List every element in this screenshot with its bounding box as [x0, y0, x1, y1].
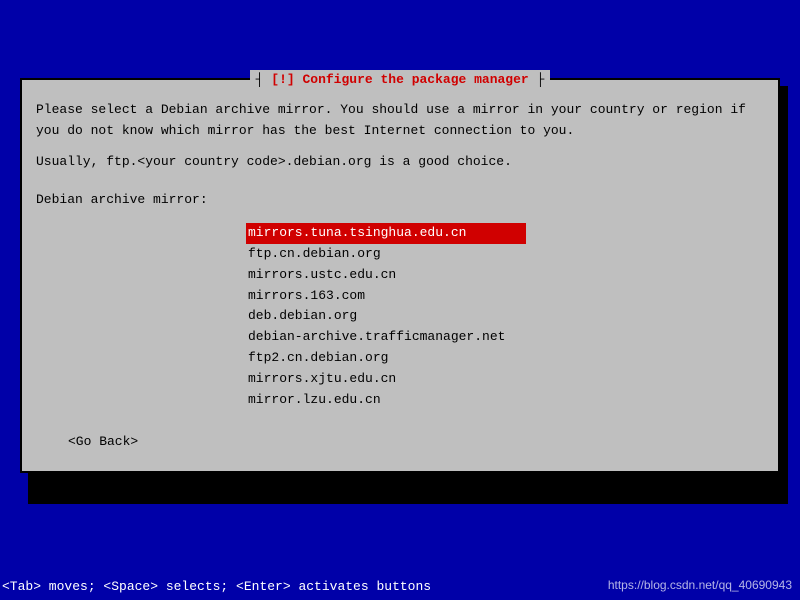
- mirror-option[interactable]: mirrors.ustc.edu.cn: [246, 265, 764, 286]
- go-back-button[interactable]: <Go Back>: [68, 432, 764, 453]
- watermark: https://blog.csdn.net/qq_40690943: [608, 578, 792, 592]
- mirror-option[interactable]: mirrors.xjtu.edu.cn: [246, 369, 764, 390]
- dialog-title-wrap: [!] Configure the package manager: [22, 70, 778, 91]
- mirror-option[interactable]: mirrors.163.com: [246, 286, 764, 307]
- installer-dialog: [!] Configure the package manager Please…: [20, 78, 780, 473]
- keyboard-hint: <Tab> moves; <Space> selects; <Enter> ac…: [2, 579, 431, 594]
- mirror-option[interactable]: ftp.cn.debian.org: [246, 244, 764, 265]
- mirror-option[interactable]: mirrors.tuna.tsinghua.edu.cn: [246, 223, 526, 244]
- dialog-paragraph-1: Please select a Debian archive mirror. Y…: [36, 100, 764, 142]
- dialog-paragraph-2: Usually, ftp.<your country code>.debian.…: [36, 152, 764, 173]
- mirror-option[interactable]: deb.debian.org: [246, 306, 764, 327]
- dialog-title: [!] Configure the package manager: [250, 70, 551, 91]
- mirror-option[interactable]: debian-archive.trafficmanager.net: [246, 327, 764, 348]
- mirror-option[interactable]: ftp2.cn.debian.org: [246, 348, 764, 369]
- mirror-prompt-label: Debian archive mirror:: [36, 190, 764, 211]
- mirror-option[interactable]: mirror.lzu.edu.cn: [246, 390, 764, 411]
- mirror-list: mirrors.tuna.tsinghua.edu.cn ftp.cn.debi…: [246, 223, 764, 410]
